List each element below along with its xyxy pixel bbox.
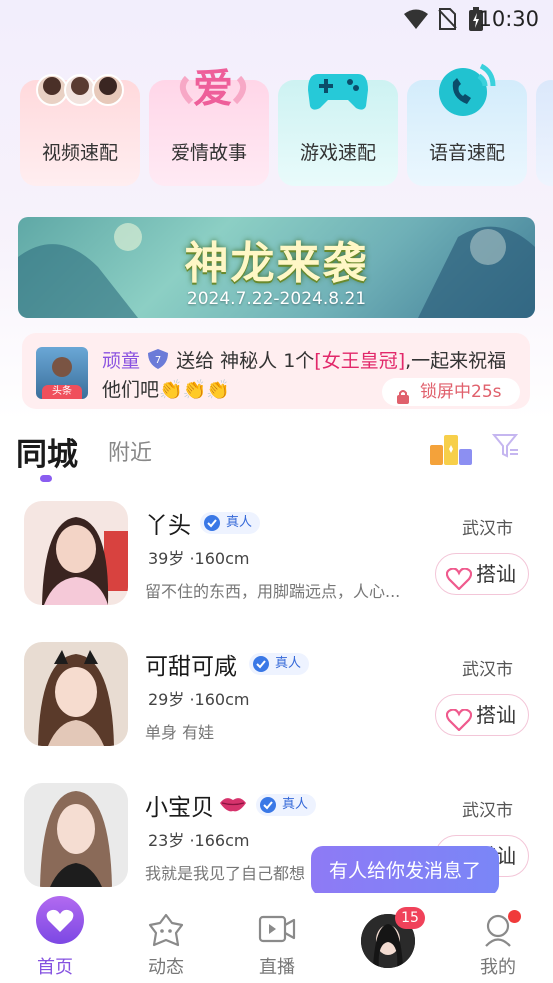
- user-name: 丫头: [145, 513, 191, 539]
- nav-mine[interactable]: 我的: [448, 893, 548, 983]
- user-card[interactable]: 丫头 真人 39岁 ·160cm 留不住的东西，用脚踹远点，人心... 武汉市 …: [0, 501, 553, 631]
- sender-avatar[interactable]: 头条: [36, 347, 88, 399]
- user-name: 小宝贝: [145, 795, 214, 821]
- broadcast-line-1: 顽童 7 送给 神秘人 1个[女王皇冠],一起来祝福: [102, 346, 506, 375]
- broadcast-text: 送给 神秘人 1个: [176, 350, 315, 372]
- gift-name: [女王皇冠]: [314, 350, 406, 372]
- category-label: 语音速配: [428, 142, 505, 164]
- video-icon: [258, 914, 296, 948]
- nav-home-label: 首页: [37, 957, 73, 978]
- headline-badge: 头条: [42, 385, 82, 399]
- category-label: 视频速配: [41, 142, 118, 164]
- verified-badge: 真人: [249, 653, 310, 675]
- filter-icon[interactable]: [491, 433, 520, 463]
- broadcast-line-2: 他们吧👏👏👏: [102, 379, 230, 401]
- user-meta: 23岁 ·166cm: [148, 831, 250, 850]
- gamepad-icon: [306, 64, 370, 118]
- event-banner[interactable]: 神龙来袭 2024.7.22-2024.8.21: [18, 217, 535, 318]
- category-more[interactable]: [536, 80, 553, 186]
- verified-badge: 真人: [256, 794, 317, 816]
- user-city: 武汉市: [462, 519, 513, 539]
- love-heart-icon: 爱: [177, 58, 249, 120]
- nav-moments[interactable]: 动态: [116, 893, 216, 983]
- verified-icon: [252, 655, 270, 681]
- heart-icon: [445, 704, 473, 744]
- category-label: 爱情故事: [170, 142, 247, 164]
- no-sim-icon: [437, 8, 457, 34]
- user-photo[interactable]: [24, 783, 128, 887]
- lock-icon: [396, 385, 410, 413]
- broadcast-text-end: ,一起来祝福: [405, 350, 507, 372]
- user-city: 武汉市: [462, 801, 513, 821]
- home-icon: [36, 896, 84, 944]
- category-love-story[interactable]: 爱 爱情故事: [149, 66, 269, 186]
- tab-same-city[interactable]: 同城: [16, 429, 78, 474]
- clock: 10:30: [478, 7, 539, 31]
- chat-up-button[interactable]: 搭讪: [435, 694, 529, 736]
- heart-icon: [445, 563, 473, 603]
- chat-up-button[interactable]: 搭讪: [435, 553, 529, 595]
- verified-badge: 真人: [200, 512, 261, 534]
- sender-name[interactable]: 顽童: [102, 350, 140, 372]
- user-bio: 留不住的东西，用脚踹远点，人心...: [145, 582, 401, 601]
- banner-title: 神龙来袭: [184, 238, 369, 289]
- tab-nearby[interactable]: 附近: [108, 435, 152, 467]
- unread-count-badge: 15: [395, 907, 425, 929]
- wifi-icon: [403, 8, 429, 34]
- ranking-icon[interactable]: [430, 431, 472, 469]
- verified-label: 真人: [282, 797, 309, 812]
- love-art-text: 爱: [193, 66, 233, 112]
- nav-live-label: 直播: [259, 957, 295, 978]
- user-meta: 29岁 ·160cm: [148, 690, 250, 709]
- tab-indicator: [40, 475, 52, 482]
- user-name: 可甜可咸: [145, 654, 237, 680]
- lock-countdown: 锁屏中25s: [420, 382, 502, 402]
- new-message-toast[interactable]: 有人给你发消息了: [311, 846, 499, 904]
- status-bar: 10:30: [0, 0, 553, 40]
- user-meta: 39岁 ·160cm: [148, 549, 250, 568]
- nav-mine-label: 我的: [480, 957, 516, 978]
- lips-icon: [219, 795, 247, 817]
- lock-screen-button[interactable]: 锁屏中25s: [382, 378, 520, 406]
- nav-moments-label: 动态: [148, 957, 184, 978]
- nav-live[interactable]: 直播: [227, 893, 327, 983]
- user-bio: 单身 有娃: [145, 723, 215, 742]
- banner-date: 2024.7.22-2024.8.21: [186, 289, 367, 309]
- moments-icon: [148, 913, 184, 951]
- user-card[interactable]: 可甜可咸 真人 29岁 ·160cm 单身 有娃 武汉市 搭讪: [0, 642, 553, 772]
- bottom-nav: 首页 动态 直播 15 我的: [0, 893, 553, 983]
- phone-icon: [437, 58, 501, 124]
- level-number: 7: [155, 355, 161, 366]
- notification-dot: [508, 910, 521, 923]
- avatars-icon: [36, 72, 126, 112]
- verified-label: 真人: [275, 656, 302, 671]
- nav-home[interactable]: 首页: [5, 893, 105, 983]
- user-photo[interactable]: [24, 642, 128, 746]
- category-voice-match[interactable]: 语音速配: [407, 63, 527, 186]
- category-video-match[interactable]: 视频速配: [20, 74, 140, 186]
- verified-icon: [203, 514, 221, 540]
- list-tabs: 同城 附近: [0, 425, 553, 485]
- verified-label: 真人: [226, 515, 253, 530]
- verified-icon: [259, 796, 277, 822]
- user-city: 武汉市: [462, 660, 513, 680]
- level-shield-icon: 7: [146, 348, 170, 375]
- user-bio: 我就是我见了自己都想: [145, 864, 306, 883]
- user-photo[interactable]: [24, 501, 128, 605]
- chat-up-label: 搭讪: [476, 562, 516, 586]
- chat-up-label: 搭讪: [476, 703, 516, 727]
- gift-broadcast[interactable]: 头条 顽童 7 送给 神秘人 1个[女王皇冠],一起来祝福 他们吧👏👏👏 锁屏中…: [22, 333, 530, 409]
- category-label: 游戏速配: [299, 142, 376, 164]
- category-game-match[interactable]: 游戏速配: [278, 74, 398, 186]
